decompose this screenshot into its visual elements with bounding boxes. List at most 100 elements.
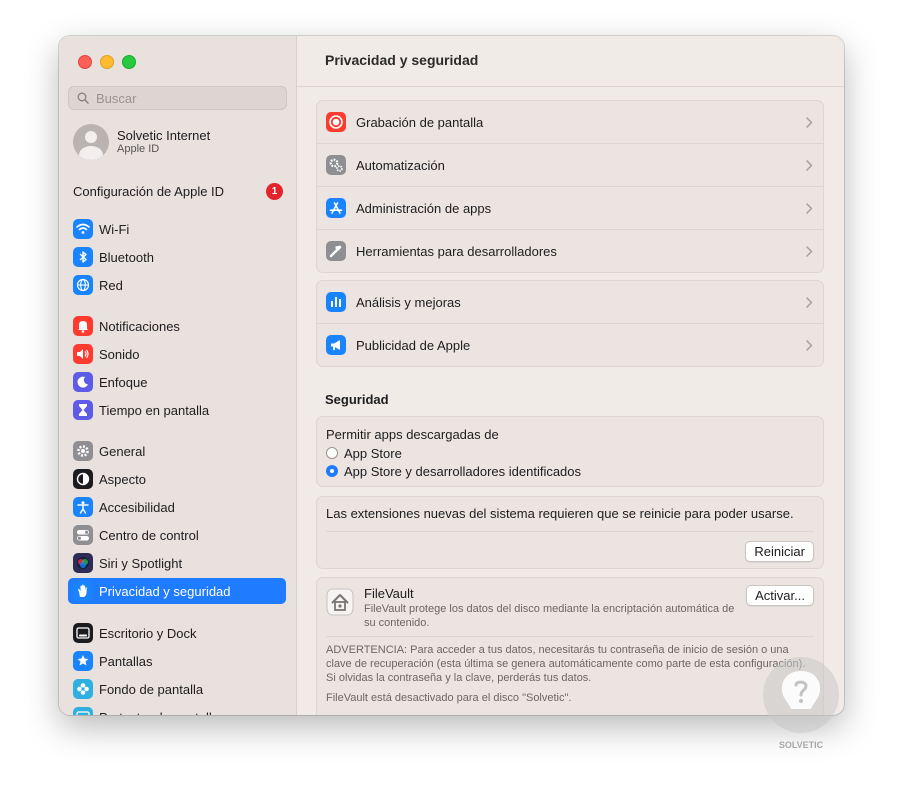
sidebar-item-label: Red	[99, 277, 123, 293]
titlebar: Privacidad y seguridad	[297, 36, 844, 87]
gear-icon	[73, 441, 93, 461]
siri-icon	[73, 553, 93, 573]
restart-button[interactable]: Reiniciar	[745, 541, 814, 562]
radio-button-selected[interactable]	[326, 465, 338, 477]
appearance-icon	[73, 469, 93, 489]
watermark-logo: SOLVETIC	[763, 657, 839, 750]
sidebar-item-centro-de-control[interactable]: Centro de control	[68, 522, 286, 548]
filevault-description: FileVault protege los datos del disco me…	[364, 603, 735, 629]
sidebar-item-aspecto[interactable]: Aspecto	[68, 466, 286, 492]
privacy-row-hammer[interactable]: Herramientas para desarrolladores	[317, 230, 823, 272]
sidebar-item-general[interactable]: General	[68, 438, 286, 464]
filevault-group: FileVault FileVault protege los datos de…	[316, 577, 824, 715]
sidebar-item-label: Centro de control	[99, 527, 199, 543]
sidebar-item-label: Escritorio y Dock	[99, 625, 197, 641]
flower-icon	[73, 679, 93, 699]
privacy-row-app-store[interactable]: Administración de apps	[317, 187, 823, 230]
extensions-text: Las extensiones nuevas del sistema requi…	[326, 506, 794, 521]
sidebar-item-accesibilidad[interactable]: Accesibilidad	[68, 494, 286, 520]
sidebar-item-label: Siri y Spotlight	[99, 555, 183, 571]
sidebar-item-tiempo-en-pantalla[interactable]: Tiempo en pantalla	[68, 397, 286, 423]
row-label: Automatización	[356, 157, 445, 173]
dock-icon	[73, 623, 93, 643]
privacy-row-megaphone[interactable]: Publicidad de Apple	[317, 324, 823, 366]
record-icon	[326, 112, 346, 132]
settings-window: Solvetic Internet Apple ID Configuración…	[59, 36, 844, 715]
watermark-head-icon	[781, 671, 821, 709]
screensaver-icon	[73, 707, 93, 715]
chevron-right-icon	[806, 295, 813, 313]
sidebar-item-siri-y-spotlight[interactable]: Siri y Spotlight	[68, 550, 286, 576]
hammer-icon	[326, 241, 346, 261]
hand-icon	[73, 581, 93, 601]
toggles-icon	[73, 525, 93, 545]
bell-icon	[73, 316, 93, 336]
filevault-house-icon	[326, 588, 354, 616]
privacy-group-2: Análisis y mejoras Publicidad de Apple	[316, 280, 824, 367]
sidebar-item-label: Notificaciones	[99, 318, 180, 334]
apple-id-config-item[interactable]: Configuración de Apple ID 1	[73, 182, 283, 200]
sidebar-item-fondo-de-pantalla[interactable]: Fondo de pantalla	[68, 676, 286, 702]
row-label: Publicidad de Apple	[356, 337, 471, 353]
chevron-right-icon	[806, 115, 813, 133]
radio-label: App Store	[344, 445, 402, 461]
sidebar-item-pantallas[interactable]: Pantallas	[68, 648, 286, 674]
sidebar-item-label: Fondo de pantalla	[99, 681, 204, 697]
zoom-button[interactable]	[122, 55, 136, 69]
moon-icon	[73, 372, 93, 392]
sidebar-item-label: Tiempo en pantalla	[99, 402, 210, 418]
sidebar-item-notificaciones[interactable]: Notificaciones	[68, 313, 286, 339]
row-label: Análisis y mejoras	[356, 294, 461, 310]
chart-icon	[326, 292, 346, 312]
gears-icon	[326, 155, 346, 175]
sidebar-item-sonido[interactable]: Sonido	[68, 341, 286, 367]
filevault-status: FileVault está desactivado para el disco…	[326, 692, 572, 704]
sidebar-item-enfoque[interactable]: Enfoque	[68, 369, 286, 395]
globe-icon	[73, 275, 93, 295]
sidebar-item-escritorio-y-dock[interactable]: Escritorio y Dock	[68, 620, 286, 646]
sidebar-item-red[interactable]: Red	[68, 272, 286, 298]
app-store-icon	[326, 198, 346, 218]
apple-id-profile[interactable]: Solvetic Internet Apple ID	[73, 124, 210, 160]
privacy-row-chart[interactable]: Análisis y mejoras	[317, 281, 823, 324]
search-field[interactable]	[68, 86, 287, 110]
sidebar-item-label: Aspecto	[99, 471, 146, 487]
close-button[interactable]	[78, 55, 92, 69]
search-icon	[77, 92, 89, 104]
megaphone-icon	[326, 335, 346, 355]
privacy-group-1: Grabación de pantalla Automatización Admin…	[316, 100, 824, 273]
notification-badge: 1	[266, 182, 283, 200]
minimize-button[interactable]	[100, 55, 114, 69]
sidebar-item-privacidad-y-seguridad[interactable]: Privacidad y seguridad	[68, 578, 286, 604]
sidebar-item-protector-de-pantalla[interactable]: Protector de pantalla	[68, 704, 286, 715]
sidebar-item-label: Accesibilidad	[99, 499, 175, 515]
sidebar-item-label: Sonido	[99, 346, 140, 362]
wifi-icon	[73, 219, 93, 239]
privacy-row-record[interactable]: Grabación de pantalla	[317, 101, 823, 144]
watermark-text: SOLVETIC	[778, 740, 824, 750]
main-pane: Privacidad y seguridad Grabación de pant…	[297, 36, 844, 715]
chevron-right-icon	[806, 338, 813, 356]
avatar	[73, 124, 109, 160]
radio-button[interactable]	[326, 447, 338, 459]
filevault-title: FileVault	[364, 586, 414, 601]
sidebar-item-bluetooth[interactable]: Bluetooth	[68, 244, 286, 270]
accessibility-icon	[73, 497, 93, 517]
row-label: Grabación de pantalla	[356, 114, 484, 130]
radio-app-store[interactable]: App Store	[326, 444, 814, 462]
content-scroll[interactable]: Grabación de pantalla Automatización Admin…	[297, 87, 844, 715]
filevault-warning: ADVERTENCIA: Para acceder a tus datos, n…	[326, 644, 806, 684]
sidebar-item-wi-fi[interactable]: Wi-Fi	[68, 216, 286, 242]
sidebar-item-label: Pantallas	[99, 653, 153, 669]
profile-subtitle: Apple ID	[117, 143, 160, 155]
sidebar: Solvetic Internet Apple ID Configuración…	[59, 36, 297, 715]
privacy-row-gears[interactable]: Automatización	[317, 144, 823, 187]
sidebar-item-label: Protector de pantalla	[99, 710, 219, 716]
apple-id-config-label: Configuración de Apple ID	[73, 183, 225, 199]
profile-name: Solvetic Internet	[117, 128, 211, 143]
chevron-right-icon	[806, 244, 813, 262]
activate-filevault-button[interactable]: Activar...	[746, 585, 814, 606]
radio-app-store-developers[interactable]: App Store y desarrolladores identificado…	[326, 462, 814, 480]
search-input[interactable]	[94, 89, 268, 107]
display-icon	[73, 651, 93, 671]
